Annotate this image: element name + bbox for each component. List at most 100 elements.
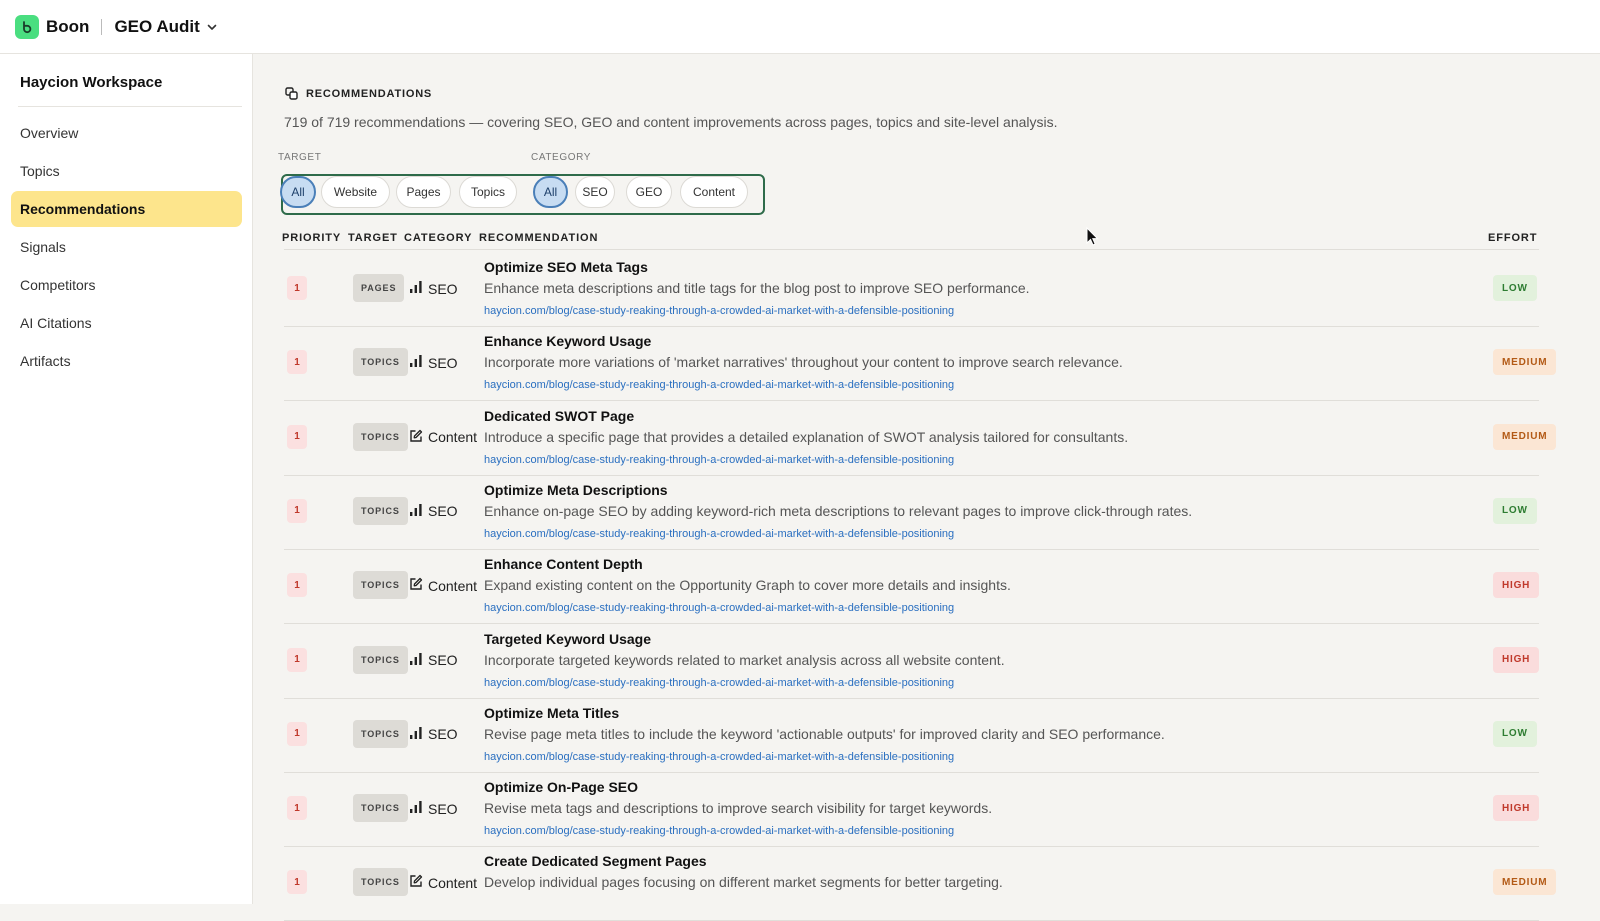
- recommendation-title[interactable]: Optimize SEO Meta Tags: [484, 259, 648, 275]
- recommendation-title[interactable]: Optimize Meta Titles: [484, 705, 619, 721]
- table-row[interactable]: 1 TOPICS SEO Optimize On-Page SEO Revise met…: [284, 771, 1540, 848]
- recommendation-url-link[interactable]: haycion.com/blog/case-study-reaking-thro…: [484, 825, 954, 837]
- target-filter-all[interactable]: All: [280, 176, 316, 208]
- category-label: SEO: [428, 800, 458, 817]
- column-effort[interactable]: EFFORT: [1488, 232, 1537, 244]
- recommendation-url-link[interactable]: haycion.com/blog/case-study-reaking-thro…: [484, 305, 954, 317]
- category-filter-all[interactable]: All: [533, 176, 568, 208]
- category-filter-seo[interactable]: SEO: [575, 176, 615, 208]
- recommendation-title[interactable]: Enhance Content Depth: [484, 556, 643, 572]
- category-cell: SEO: [409, 503, 458, 520]
- table-row[interactable]: 1 TOPICS Content Create Dedicated Segment P…: [284, 845, 1557, 921]
- category-cell: SEO: [409, 354, 458, 371]
- edit-icon: [409, 874, 428, 891]
- priority-badge: 1: [287, 350, 307, 375]
- column-priority[interactable]: PRIORITY: [282, 232, 341, 244]
- edit-icon: [409, 429, 428, 446]
- recommendation-description: Introduce a specific page that provides …: [484, 428, 1129, 445]
- bar-chart-icon: [409, 726, 428, 743]
- section-title: RECOMMENDATIONS: [306, 87, 433, 100]
- sidebar-item-signals[interactable]: Signals: [11, 229, 242, 265]
- recommendation-url-link[interactable]: haycion.com/blog/case-study-reaking-thro…: [484, 528, 954, 540]
- brand-name: Boon: [46, 16, 90, 36]
- recommendation-title[interactable]: Enhance Keyword Usage: [484, 333, 651, 349]
- recommendation-url-link[interactable]: haycion.com/blog/case-study-reaking-thro…: [484, 602, 954, 614]
- target-filter-pages[interactable]: Pages: [396, 176, 451, 208]
- top-bar: Boon GEO Audit: [0, 0, 1600, 54]
- sidebar-item-recommendations[interactable]: Recommendations: [11, 191, 242, 227]
- target-badge: PAGES: [353, 274, 405, 302]
- category-label: SEO: [428, 652, 458, 668]
- category-cell: SEO: [409, 652, 458, 669]
- effort-badge: HIGH: [1493, 646, 1540, 673]
- column-category[interactable]: CATEGORY: [404, 232, 472, 244]
- priority-badge: 1: [287, 498, 307, 523]
- column-target[interactable]: TARGET: [348, 232, 398, 244]
- mouse-cursor-icon: [1086, 227, 1099, 246]
- recommendation-url-link[interactable]: haycion.com/blog/case-study-reaking-thro…: [484, 379, 954, 391]
- table-row[interactable]: 1 TOPICS Content Dedicated SWOT Page Introdu…: [284, 400, 1557, 476]
- table-row[interactable]: 1 TOPICS SEO Targeted Keyword Usage Incorpor…: [284, 623, 1540, 699]
- effort-badge: MEDIUM: [1493, 349, 1557, 376]
- target-filter-website[interactable]: Website: [321, 176, 390, 208]
- bar-chart-icon: [409, 652, 428, 669]
- recommendation-title[interactable]: Optimize On-Page SEO: [484, 779, 638, 795]
- effort-badge: LOW: [1493, 275, 1537, 301]
- chevron-down-icon[interactable]: [206, 21, 218, 33]
- target-badge: TOPICS: [353, 571, 408, 600]
- category-filter-content[interactable]: Content: [680, 176, 748, 208]
- target-filter-label: TARGET: [278, 152, 322, 163]
- sidebar-item-competitors[interactable]: Competitors: [11, 267, 242, 303]
- table-row[interactable]: 1 PAGES SEO Optimize SEO Meta Tags Enhance m…: [284, 251, 1539, 327]
- category-cell: SEO: [409, 726, 458, 743]
- sidebar-item-topics[interactable]: Topics: [11, 153, 242, 189]
- target-badge: TOPICS: [353, 645, 408, 674]
- bar-chart-icon: [409, 800, 428, 817]
- table-row[interactable]: 1 TOPICS SEO Enhance Keyword Usage Incorpora…: [284, 325, 1557, 402]
- category-label: SEO: [428, 280, 458, 297]
- recommendation-description: Develop individual pages focusing on dif…: [484, 874, 1003, 891]
- recommendation-url-link[interactable]: haycion.com/blog/case-study-reaking-thro…: [484, 751, 954, 763]
- target-badge: TOPICS: [353, 348, 408, 377]
- recommendation-title[interactable]: Targeted Keyword Usage: [484, 631, 651, 647]
- sidebar: Haycion Workspace Overview Topics Recommen…: [0, 54, 253, 904]
- sidebar-item-artifacts[interactable]: Artifacts: [11, 343, 242, 379]
- priority-badge: 1: [287, 647, 307, 672]
- bar-chart-icon: [409, 354, 428, 371]
- table-header-divider: [284, 249, 1539, 250]
- category-filter-geo[interactable]: GEO: [626, 176, 672, 208]
- recommendation-description: Revise page meta titles to include the k…: [484, 725, 1165, 742]
- recommendation-title[interactable]: Dedicated SWOT Page: [484, 408, 634, 424]
- recommendation-title[interactable]: Optimize Meta Descriptions: [484, 482, 668, 498]
- priority-badge: 1: [287, 721, 307, 746]
- target-badge: TOPICS: [353, 719, 408, 748]
- recommendation-description: Incorporate more variations of 'market n…: [484, 354, 1123, 371]
- recommendation-url-link[interactable]: haycion.com/blog/case-study-reaking-thro…: [484, 454, 954, 466]
- recommendation-title[interactable]: Create Dedicated Segment Pages: [484, 853, 707, 869]
- column-recommendation[interactable]: RECOMMENDATION: [479, 232, 598, 244]
- section-header: RECOMMENDATIONS: [285, 87, 432, 100]
- boon-logo-icon[interactable]: [15, 14, 39, 39]
- bar-chart-icon: [409, 280, 428, 297]
- summary-text: 719 of 719 recommendations — covering SE…: [284, 114, 1058, 130]
- recommendation-url-link[interactable]: haycion.com/blog/case-study-reaking-thro…: [484, 677, 954, 689]
- edit-icon: [409, 577, 428, 594]
- target-badge: TOPICS: [353, 422, 408, 451]
- priority-badge: 1: [287, 870, 307, 895]
- table-row[interactable]: 1 TOPICS Content Enhance Content Depth Expan…: [284, 548, 1540, 625]
- target-badge: TOPICS: [353, 496, 408, 525]
- target-filter-topics[interactable]: Topics: [459, 176, 517, 208]
- recommendation-description: Enhance on-page SEO by adding keyword-ri…: [484, 502, 1193, 519]
- divider: [18, 106, 242, 107]
- effort-badge: HIGH: [1493, 572, 1540, 599]
- table-row[interactable]: 1 TOPICS SEO Optimize Meta Titles Revise pag…: [284, 697, 1539, 773]
- table-row[interactable]: 1 TOPICS SEO Optimize Meta Descriptions Enha…: [284, 474, 1539, 550]
- sidebar-item-overview[interactable]: Overview: [11, 115, 242, 151]
- category-label: SEO: [428, 503, 458, 520]
- sidebar-item-ai-citations[interactable]: AI Citations: [11, 305, 242, 341]
- project-selector[interactable]: GEO Audit: [114, 17, 199, 37]
- category-label: Content: [428, 577, 478, 594]
- priority-badge: 1: [287, 573, 307, 598]
- category-label: SEO: [428, 726, 458, 743]
- category-cell: SEO: [409, 800, 458, 817]
